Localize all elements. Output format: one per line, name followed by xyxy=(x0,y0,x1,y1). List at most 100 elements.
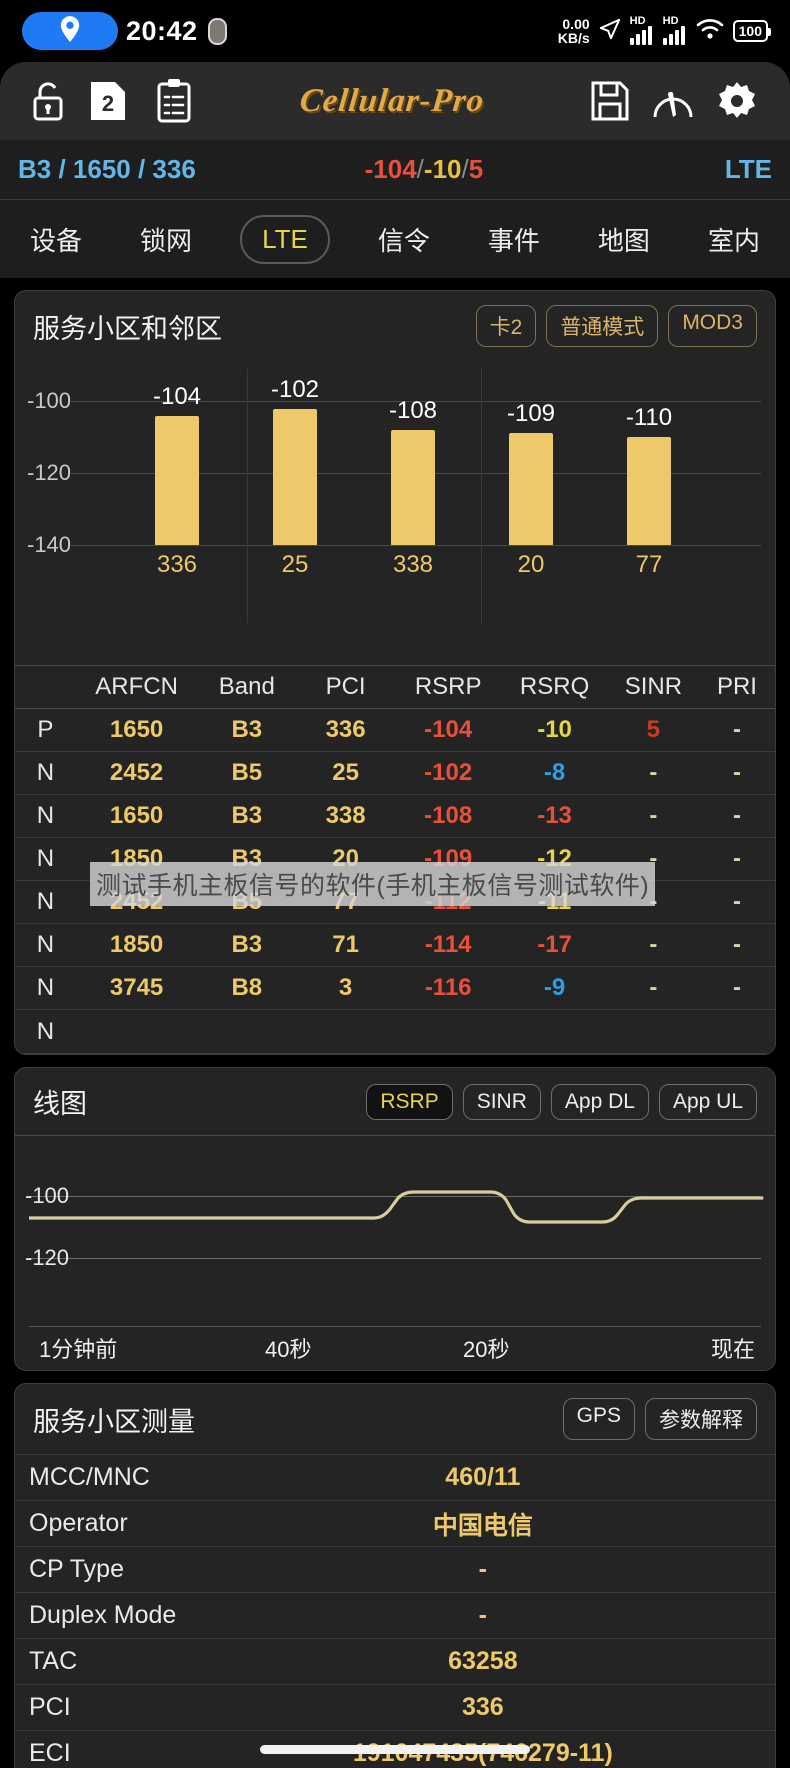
tab-lte[interactable]: LTE xyxy=(240,214,330,264)
cell-band: B3 xyxy=(231,802,263,829)
clipboard-checklist-icon[interactable] xyxy=(148,78,200,124)
table-row[interactable]: N xyxy=(15,1010,775,1054)
cell-type: N xyxy=(36,974,55,1001)
cell-pri: - xyxy=(732,888,741,915)
chip-sim2[interactable]: 卡2 xyxy=(475,305,537,347)
tab-map[interactable]: 地图 xyxy=(588,215,660,264)
measure-value: 中国电信 xyxy=(432,1511,533,1540)
chip-gps[interactable]: GPS xyxy=(562,1398,635,1440)
measure-row-tac: TAC 63258 xyxy=(15,1639,775,1685)
cell-sinr: - xyxy=(649,802,658,829)
cell-arfcn: 1650 xyxy=(109,802,164,829)
sim-card-icon[interactable]: 2 xyxy=(82,79,134,123)
serving-measurement-card: 服务小区测量 GPS 参数解释 MCC/MNC 460/11 Operator … xyxy=(14,1383,776,1768)
chip-mod3[interactable]: MOD3 xyxy=(668,305,757,347)
bar-value-4: -110 xyxy=(625,404,673,431)
cell-rsrp: -116 xyxy=(424,974,472,1001)
summary-sep-1: / xyxy=(416,154,424,184)
measure-value: - xyxy=(478,1601,488,1629)
sim-badge-number: 2 xyxy=(101,91,115,116)
table-row[interactable]: P 1650 B3 336 -104 -10 5 - xyxy=(15,709,775,752)
chip-param-help[interactable]: 参数解释 xyxy=(645,1398,757,1440)
serving-card-header: 服务小区和邻区 卡2 普通模式 MOD3 xyxy=(15,291,775,361)
measure-key: CP Type xyxy=(29,1555,124,1583)
serving-card-title: 服务小区和邻区 xyxy=(33,313,222,344)
signal-bars-sim2-icon: HD xyxy=(662,15,687,45)
cell-pci: 338 xyxy=(325,802,366,829)
cell-pci: 3 xyxy=(338,974,353,1001)
app-toolbar: 2 Cellular-Pro xyxy=(0,62,790,140)
table-row[interactable]: N 1850 B3 71 -114 -17 - - xyxy=(15,924,775,967)
tab-bar: 设备 锁网 LTE 信令 事件 地图 室内 xyxy=(0,200,790,278)
table-row[interactable]: N 2452 B5 25 -102 -8 - - xyxy=(15,752,775,795)
status-bar: 20:42 0.00 KB/s HD HD 100 xyxy=(0,0,790,62)
bar-value-3: -109 xyxy=(506,400,556,427)
col-rsrp: RSRP xyxy=(414,673,482,700)
col-pri: PRI xyxy=(716,673,757,700)
cell-rsrq: -8 xyxy=(543,759,566,786)
col-sinr: SINR xyxy=(624,673,683,700)
cell-pri: - xyxy=(732,845,741,872)
cell-rsrq: -13 xyxy=(537,802,572,829)
neighbour-table-header: ARFCN Band PCI RSRP RSRQ SINR PRI xyxy=(15,665,775,709)
measure-value: - xyxy=(478,1555,488,1583)
bar-1 xyxy=(273,409,317,545)
bar-category-4: 77 xyxy=(635,551,663,578)
chip-app-ul[interactable]: App UL xyxy=(658,1083,757,1120)
status-time: 20:42 xyxy=(126,15,198,46)
bar-0 xyxy=(155,416,199,545)
tab-device[interactable]: 设备 xyxy=(20,215,92,264)
measure-key: Operator xyxy=(29,1509,128,1537)
rsrp-rsrq-sinr-summary: -104/-10/5 xyxy=(196,154,652,185)
measure-value: 63258 xyxy=(448,1647,518,1675)
measure-key: PCI xyxy=(29,1693,71,1721)
line-xtick-0: 1分钟前 xyxy=(39,1337,118,1362)
col-arfcn: ARFCN xyxy=(95,673,178,700)
cell-band: B8 xyxy=(231,974,263,1001)
cell-arfcn: 1850 xyxy=(109,931,164,958)
measure-card-title: 服务小区测量 xyxy=(33,1406,195,1437)
hd-label-sim2: HD xyxy=(662,15,679,27)
wifi-icon xyxy=(696,18,724,45)
speed-gauge-icon[interactable] xyxy=(646,81,700,121)
tab-indoor[interactable]: 室内 xyxy=(698,215,770,264)
neighbour-table: ARFCN Band PCI RSRP RSRQ SINR PRI P 1650… xyxy=(15,665,775,1054)
unlock-icon[interactable] xyxy=(26,80,70,122)
measure-key: TAC xyxy=(29,1647,78,1675)
summary-rsrp: -104 xyxy=(364,154,417,184)
tab-locknet[interactable]: 锁网 xyxy=(130,215,202,264)
cell-rsrp: -104 xyxy=(424,716,473,743)
rsrp-line-chart: -100 -120 1分钟前 40秒 20秒 现在 xyxy=(15,1135,775,1370)
bar-category-2: 338 xyxy=(392,551,434,578)
measure-row-pci: PCI 336 xyxy=(15,1685,775,1731)
gear-settings-icon[interactable] xyxy=(710,80,764,122)
cell-sinr: - xyxy=(649,759,658,786)
cell-pri: - xyxy=(732,759,741,786)
cell-type: N xyxy=(36,1017,55,1045)
measure-row-mcc-mnc: MCC/MNC 460/11 xyxy=(15,1455,775,1501)
tab-signalling[interactable]: 信令 xyxy=(368,215,440,264)
floppy-save-icon[interactable] xyxy=(584,80,636,122)
table-row[interactable]: N 3745 B8 3 -116 -9 - - xyxy=(15,967,775,1010)
table-row[interactable]: N 1650 B3 338 -108 -13 - - xyxy=(15,795,775,838)
bar-2 xyxy=(391,430,435,545)
cell-type: N xyxy=(36,759,55,786)
chip-rsrp[interactable]: RSRP xyxy=(366,1083,453,1120)
cell-sinr: 5 xyxy=(646,716,661,743)
chip-normal-mode[interactable]: 普通模式 xyxy=(546,305,659,347)
home-indicator[interactable] xyxy=(260,1745,530,1754)
cell-empty xyxy=(76,1010,775,1054)
neighbour-bar-chart: -100 -120 -140 -104 -102 -108 -109 -110 … xyxy=(15,361,775,661)
cell-pci: 336 xyxy=(325,716,366,743)
measure-value: 336 xyxy=(461,1693,504,1721)
network-speed-value: 0.00 xyxy=(562,16,590,32)
measure-row-cp-type: CP Type - xyxy=(15,1547,775,1593)
chip-app-dl[interactable]: App DL xyxy=(550,1083,649,1120)
chip-sinr[interactable]: SINR xyxy=(462,1083,541,1120)
cell-rsrp: -102 xyxy=(424,759,473,786)
battery-indicator: 100 xyxy=(732,20,772,42)
tab-events[interactable]: 事件 xyxy=(478,215,550,264)
capsule-indicator-icon xyxy=(207,17,227,45)
summary-sep-2: / xyxy=(461,154,469,184)
cell-sinr: - xyxy=(649,931,658,958)
